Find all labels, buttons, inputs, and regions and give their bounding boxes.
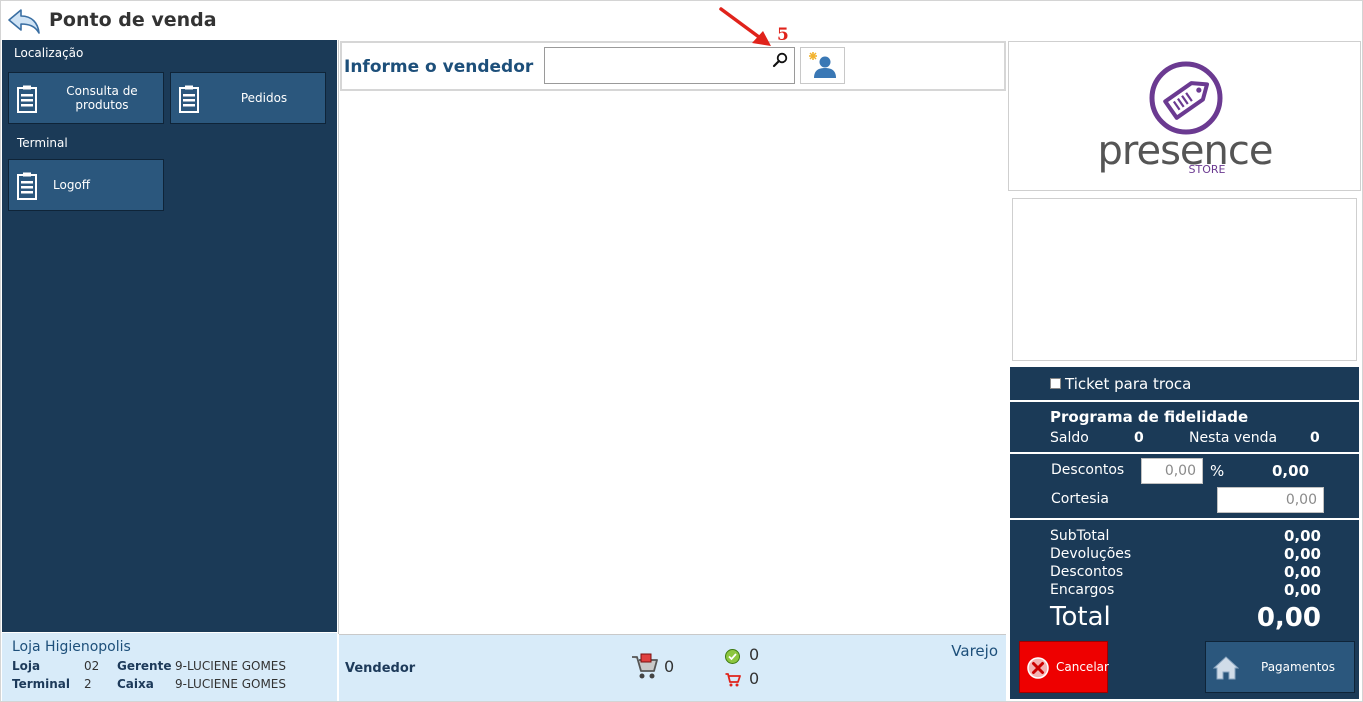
pedidos-button[interactable]: Pedidos <box>170 72 326 124</box>
section-label-terminal: Terminal <box>17 136 68 150</box>
store-info-panel: Loja Higienopolis Loja 02 Gerente 9-LUCI… <box>2 633 337 701</box>
devolucoes-label: Devoluções <box>1050 546 1132 562</box>
total-value: 0,00 <box>1256 603 1321 633</box>
payments-label: Pagamentos <box>1261 660 1335 674</box>
store-row-1: Loja 02 Gerente 9-LUCIENE GOMES <box>12 659 332 675</box>
payments-button[interactable]: Pagamentos <box>1205 641 1355 693</box>
product-image-panel <box>1012 198 1357 361</box>
fidelity-title: Programa de fidelidade <box>1050 408 1249 426</box>
store-logo-panel: presence STORE <box>1008 41 1361 191</box>
price-list-label: Varejo <box>951 642 998 660</box>
clipboard-icon <box>17 85 37 113</box>
add-user-icon <box>809 52 836 78</box>
descontos-total-label: Descontos <box>1050 564 1124 580</box>
consulta-produtos-button[interactable]: Consulta de produtos <box>8 72 164 124</box>
discount-percent-input[interactable] <box>1141 458 1203 484</box>
percent-sign: % <box>1210 462 1225 480</box>
seller-label: Informe o vendedor <box>344 57 534 77</box>
seller-input-box <box>544 47 795 84</box>
divider <box>1010 518 1359 520</box>
nesta-venda-value: 0 <box>1310 430 1320 446</box>
annotation-number: 5 <box>777 25 789 45</box>
logoff-button[interactable]: Logoff <box>8 159 164 211</box>
gerente-label: Gerente <box>117 659 172 673</box>
check-circle-icon <box>725 649 740 664</box>
presence-store-logo: presence STORE <box>1098 61 1273 176</box>
sidebar: Localização Consulta de produtos Pedidos… <box>2 40 337 632</box>
loja-label: Loja <box>12 659 41 673</box>
vendor-label: Vendedor <box>345 661 416 676</box>
store-name: Loja Higienopolis <box>12 639 131 655</box>
store-row-2: Terminal 2 Caixa 9-LUCIENE GOMES <box>12 677 332 693</box>
sale-status-bar: Vendedor 0 0 0 Varejo <box>339 634 1006 701</box>
caixa-label: Caixa <box>117 677 154 691</box>
pedidos-label: Pedidos <box>240 91 288 105</box>
descontos-label: Descontos <box>1051 462 1125 478</box>
confirmed-count: 0 <box>749 645 760 664</box>
back-arrow-icon <box>8 9 40 34</box>
terminal-label: Terminal <box>12 677 71 691</box>
totals-panel: Ticket para troca Programa de fidelidade… <box>1010 367 1359 699</box>
clipboard-icon <box>17 172 37 200</box>
cancel-x-icon <box>1027 657 1049 679</box>
title-bar: Ponto de venda <box>1 1 1362 39</box>
caixa-value: 9-LUCIENE GOMES <box>175 677 287 691</box>
subtotal-label: SubTotal <box>1050 528 1110 544</box>
encargos-value: 0,00 <box>1283 581 1321 599</box>
pending-count: 0 <box>749 669 760 688</box>
subtotal-value: 0,00 <box>1283 527 1321 545</box>
cart-count: 0 <box>664 657 675 676</box>
seller-bar: Informe o vendedor <box>340 41 1006 91</box>
shopping-cart-icon <box>632 653 658 679</box>
total-label: Total <box>1050 602 1111 632</box>
cancel-button[interactable]: Cancelar <box>1019 641 1109 693</box>
pos-window: Ponto de venda Localização Consulta de p… <box>0 0 1363 702</box>
devolucoes-value: 0,00 <box>1283 545 1321 563</box>
cortesia-label: Cortesia <box>1051 491 1109 507</box>
ticket-troca-checkbox[interactable] <box>1050 378 1061 389</box>
consulta-produtos-label: Consulta de produtos <box>66 84 138 112</box>
logoff-label: Logoff <box>53 178 91 192</box>
add-seller-button[interactable] <box>800 47 845 84</box>
terminal-value: 2 <box>84 677 92 691</box>
logo-brand-text: presence <box>1098 128 1273 174</box>
logo-sub-text: STORE <box>1189 163 1226 176</box>
annotation-arrow-icon <box>719 7 771 46</box>
encargos-label: Encargos <box>1050 582 1115 598</box>
cortesia-input[interactable] <box>1217 487 1324 513</box>
clipboard-icon <box>179 85 199 113</box>
saldo-value: 0 <box>1134 430 1144 446</box>
descontos-total-value: 0,00 <box>1283 563 1321 581</box>
search-icon[interactable] <box>772 52 788 68</box>
page-title: Ponto de venda <box>49 9 217 31</box>
red-cart-icon <box>725 673 741 687</box>
cancel-label: Cancelar <box>1056 660 1109 674</box>
gerente-value: 9-LUCIENE GOMES <box>175 659 287 673</box>
section-label-localizacao: Localização <box>14 46 84 60</box>
home-icon <box>1213 656 1239 680</box>
saldo-label: Saldo <box>1050 430 1089 446</box>
ticket-troca-label: Ticket para troca <box>1065 375 1192 393</box>
nesta-venda-label: Nesta venda <box>1189 430 1278 446</box>
descontos-amount: 0,00 <box>1272 462 1310 480</box>
back-button[interactable] <box>7 7 41 35</box>
seller-input[interactable] <box>547 50 767 81</box>
sale-items-area: Informe o vendedor <box>338 40 1006 634</box>
loja-value: 02 <box>84 659 100 673</box>
divider <box>1010 400 1359 402</box>
divider <box>1010 452 1359 454</box>
